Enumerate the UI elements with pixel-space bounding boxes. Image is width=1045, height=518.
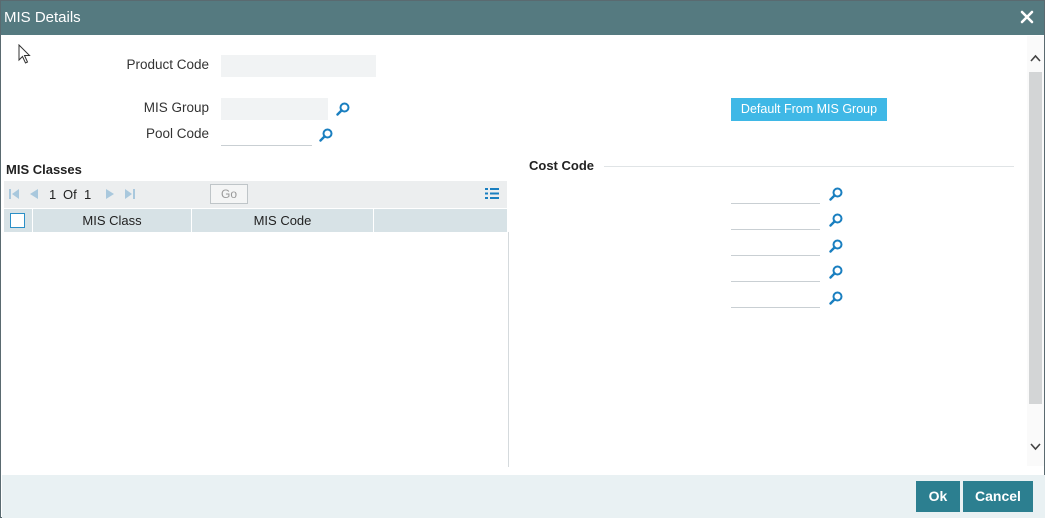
list-icon[interactable] (485, 187, 499, 203)
close-icon[interactable] (1018, 8, 1036, 26)
product-code-label: Product Code (126, 57, 209, 72)
search-icon[interactable] (829, 265, 843, 279)
go-button[interactable]: Go (210, 184, 248, 204)
page-of-label: Of (63, 187, 77, 202)
column-header-mis-code[interactable]: MIS Code (192, 209, 374, 232)
cost-code-field-3[interactable] (731, 236, 820, 256)
search-icon[interactable] (319, 128, 333, 142)
search-icon[interactable] (336, 102, 350, 116)
prev-page-icon[interactable] (28, 188, 40, 203)
mis-group-label: MIS Group (143, 100, 209, 115)
last-page-icon[interactable] (124, 188, 136, 203)
page-number-input[interactable] (158, 184, 206, 204)
cost-code-divider (604, 166, 1014, 167)
cancel-button[interactable]: Cancel (963, 481, 1033, 512)
scrollbar-thumb[interactable] (1029, 72, 1042, 404)
window-title: MIS Details (4, 9, 81, 26)
scroll-up-icon[interactable] (1030, 50, 1041, 65)
mis-classes-title: MIS Classes (6, 162, 82, 177)
cost-code-field-2[interactable] (731, 210, 820, 230)
first-page-icon[interactable] (8, 188, 20, 203)
next-page-icon[interactable] (104, 188, 116, 203)
ok-button[interactable]: Ok (916, 481, 960, 512)
pagination-toolbar: 1 Of 1 Go (4, 181, 507, 208)
select-all-cell (4, 209, 33, 232)
mouse-cursor-icon (18, 43, 32, 67)
mis-group-input[interactable] (221, 98, 328, 120)
search-icon[interactable] (829, 213, 843, 227)
product-code-input[interactable] (221, 55, 376, 77)
cost-code-field-5[interactable] (731, 288, 820, 308)
search-icon[interactable] (829, 187, 843, 201)
column-header-mis-class[interactable]: MIS Class (33, 209, 192, 232)
title-bar: MIS Details (1, 1, 1044, 35)
cost-code-field-1[interactable] (731, 184, 820, 204)
scroll-down-icon[interactable] (1030, 439, 1041, 454)
pool-code-input[interactable] (221, 126, 312, 146)
mis-classes-grid-body (4, 232, 509, 467)
dialog-footer: Ok Cancel (2, 475, 1045, 518)
default-from-mis-group-button[interactable]: Default From MIS Group (731, 98, 887, 121)
cost-code-title: Cost Code (529, 158, 594, 173)
total-pages: 1 (84, 187, 92, 202)
search-icon[interactable] (829, 291, 843, 305)
column-header-empty (374, 209, 507, 232)
cost-code-field-4[interactable] (731, 262, 820, 282)
vertical-scrollbar[interactable] (1027, 36, 1044, 466)
mis-details-dialog: MIS Details Product Code MIS Group Defau… (0, 0, 1045, 518)
pool-code-label: Pool Code (145, 126, 209, 141)
current-page: 1 (49, 187, 57, 202)
search-icon[interactable] (829, 239, 843, 253)
mis-classes-grid-header: MIS Class MIS Code (4, 209, 507, 232)
select-all-checkbox[interactable] (10, 213, 25, 228)
